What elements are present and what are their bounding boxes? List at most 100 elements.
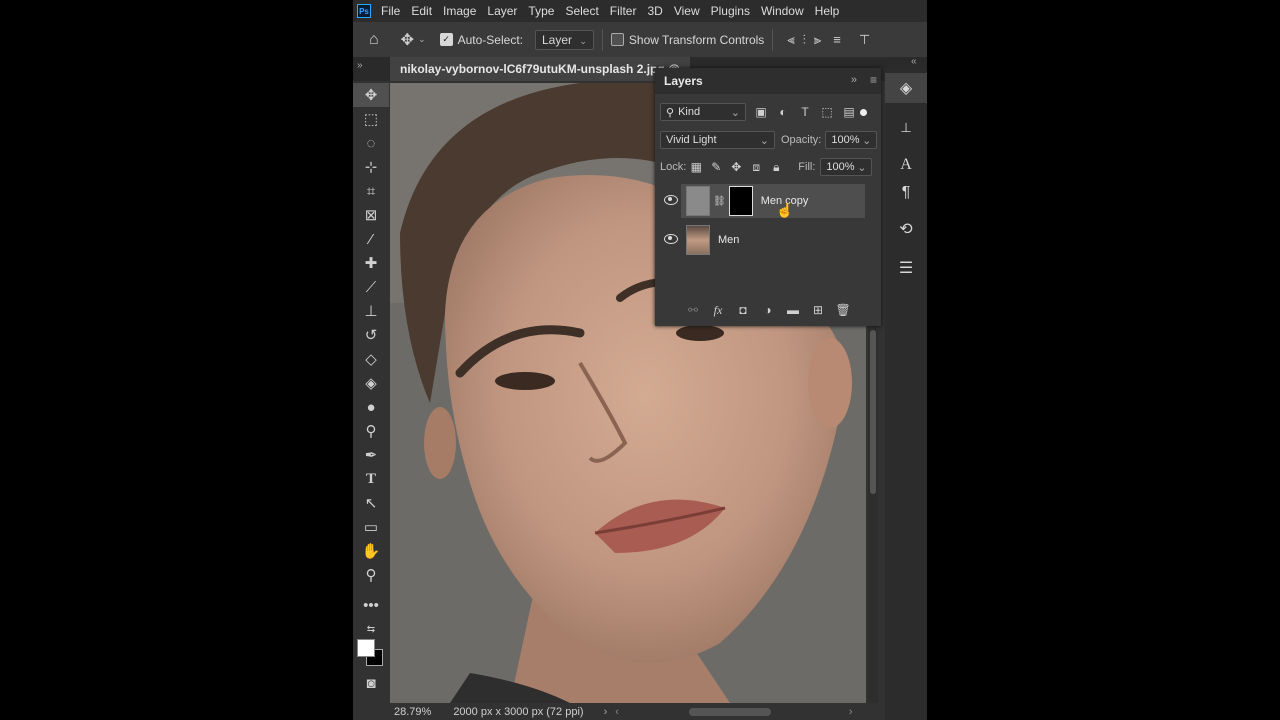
align-center-icon[interactable]: ⫶: [803, 32, 806, 48]
align-top-icon[interactable]: ⊤: [859, 32, 870, 48]
layer-row-men-copy[interactable]: ⛓ Men copy ☝: [664, 184, 865, 218]
menu-edit[interactable]: Edit: [411, 4, 432, 18]
menu-view[interactable]: View: [674, 4, 700, 18]
layer-name[interactable]: Men: [718, 234, 739, 246]
lock-transparent-icon[interactable]: ▦: [686, 160, 706, 174]
foreground-color-swatch[interactable]: [357, 639, 375, 657]
swap-colors-icon[interactable]: ⇆: [353, 617, 389, 641]
auto-select-target-dropdown[interactable]: Layer ⌄: [535, 29, 594, 50]
home-icon[interactable]: ⌂: [369, 31, 379, 49]
marquee-tool-icon[interactable]: ⬚: [353, 107, 389, 131]
chevron-down-icon[interactable]: ⌄: [418, 34, 426, 45]
history-panel-icon[interactable]: ⟲: [885, 214, 927, 244]
crop-tool-icon[interactable]: ⌗: [353, 179, 389, 203]
scroll-right-icon[interactable]: ›: [849, 706, 853, 718]
type-tool-icon[interactable]: T: [353, 467, 389, 491]
layers-panel-title[interactable]: Layers: [664, 74, 703, 88]
mask-link-icon[interactable]: ⛓: [713, 196, 726, 207]
collapse-toolbar-icon[interactable]: »: [357, 60, 363, 71]
zoom-level[interactable]: 28.79%: [394, 706, 431, 718]
layer-thumbnail[interactable]: [686, 186, 710, 216]
eraser-tool-icon[interactable]: ◇: [353, 347, 389, 371]
hand-tool-icon[interactable]: ✋: [353, 539, 389, 563]
auto-select-checkbox[interactable]: ✓: [439, 33, 453, 46]
menu-select[interactable]: Select: [565, 4, 598, 18]
adjustment-layer-icon[interactable]: ◑: [761, 303, 776, 317]
lock-position-icon[interactable]: ✥: [726, 160, 746, 174]
scroll-left-icon[interactable]: ‹: [615, 706, 619, 718]
lock-all-icon[interactable]: 🔒︎: [766, 160, 786, 175]
layer-row-men[interactable]: Men: [664, 223, 865, 257]
rectangle-tool-icon[interactable]: ▭: [353, 515, 389, 539]
brush-tool-icon[interactable]: ⟋: [353, 275, 389, 299]
filter-adjustment-icon[interactable]: ◐: [772, 105, 794, 119]
character-panel-icon[interactable]: A: [885, 150, 927, 180]
opacity-input[interactable]: 100% ⌄: [825, 131, 878, 149]
show-transform-toggle[interactable]: Show Transform Controls: [610, 33, 764, 47]
path-selection-tool-icon[interactable]: ↖: [353, 491, 389, 515]
fx-icon[interactable]: fx: [711, 303, 726, 318]
photoshop-logo-icon[interactable]: Ps: [357, 4, 371, 18]
move-tool-icon[interactable]: ✥: [353, 83, 389, 107]
history-brush-tool-icon[interactable]: ↺: [353, 323, 389, 347]
auto-select-toggle[interactable]: ✓ Auto-Select:: [439, 33, 523, 47]
filter-pixel-icon[interactable]: ▣: [750, 105, 772, 119]
frame-tool-icon[interactable]: ⊠: [353, 203, 389, 227]
lock-image-icon[interactable]: ✎: [706, 160, 726, 174]
filter-kind-dropdown[interactable]: ⚲ Kind ⌄: [660, 103, 746, 121]
lasso-tool-icon[interactable]: ◌: [353, 131, 389, 155]
menu-3d[interactable]: 3D: [647, 4, 662, 18]
visibility-eye-icon[interactable]: [664, 195, 678, 205]
clone-source-icon[interactable]: ⊥: [885, 113, 927, 143]
collapse-dock-icon[interactable]: «: [911, 56, 917, 67]
menu-window[interactable]: Window: [761, 4, 804, 18]
filter-smart-object-icon[interactable]: ▤: [838, 105, 860, 119]
layer-mask-thumbnail[interactable]: [728, 186, 753, 216]
eyedropper-tool-icon[interactable]: ⁄: [353, 227, 389, 251]
menu-help[interactable]: Help: [815, 4, 840, 18]
panel-menu-icon[interactable]: ≡: [870, 73, 877, 87]
canvas-vertical-scrollbar[interactable]: [868, 326, 878, 706]
document-tab[interactable]: nikolay-vybornov-lC6f79utuKM-unsplash 2.…: [390, 57, 690, 81]
collapse-panel-icon[interactable]: »: [851, 74, 857, 86]
blend-mode-dropdown[interactable]: Vivid Light ⌄: [660, 131, 775, 149]
distribute-icon[interactable]: ≡: [833, 32, 841, 47]
filter-shape-icon[interactable]: ⬚: [816, 105, 838, 119]
zoom-tool-icon[interactable]: ⚲: [353, 563, 389, 587]
menu-filter[interactable]: Filter: [610, 4, 637, 18]
healing-brush-tool-icon[interactable]: ✚: [353, 251, 389, 275]
lock-artboard-icon[interactable]: ⧈: [746, 160, 766, 175]
menu-type[interactable]: Type: [528, 4, 554, 18]
align-left-icon[interactable]: ⫷: [787, 32, 794, 48]
visibility-eye-icon[interactable]: [664, 234, 678, 244]
properties-panel-icon[interactable]: ☰: [885, 253, 927, 283]
menu-image[interactable]: Image: [443, 4, 476, 18]
quick-mask-icon[interactable]: ◙: [353, 671, 389, 695]
more-tools-icon[interactable]: •••: [353, 593, 389, 617]
menu-plugins[interactable]: Plugins: [711, 4, 750, 18]
add-mask-icon[interactable]: ◘: [736, 303, 751, 317]
dodge-tool-icon[interactable]: ⚲: [353, 419, 389, 443]
paint-bucket-tool-icon[interactable]: ◈: [353, 371, 389, 395]
move-tool-icon[interactable]: ✥: [401, 30, 414, 50]
new-group-icon[interactable]: ▬: [786, 303, 801, 317]
align-right-icon[interactable]: ⫸: [814, 32, 821, 48]
delete-layer-icon[interactable]: 🗑︎: [836, 303, 851, 317]
layer-thumbnail[interactable]: [686, 225, 710, 255]
filter-toggle-icon[interactable]: [860, 108, 867, 116]
clone-stamp-tool-icon[interactable]: ⊥: [353, 299, 389, 323]
filter-type-icon[interactable]: T: [794, 105, 816, 119]
menu-layer[interactable]: Layer: [487, 4, 517, 18]
horizontal-scrollbar-thumb[interactable]: [688, 707, 771, 716]
new-layer-icon[interactable]: ⊞: [811, 303, 826, 317]
quick-selection-tool-icon[interactable]: ⊹: [353, 155, 389, 179]
menu-file[interactable]: File: [381, 4, 400, 18]
chevron-right-icon[interactable]: ›: [604, 706, 608, 718]
show-transform-checkbox[interactable]: [610, 33, 624, 46]
scrollbar-thumb[interactable]: [870, 330, 876, 494]
link-layers-icon[interactable]: ⚯: [686, 303, 701, 317]
layers-stack-icon[interactable]: ◈: [885, 73, 927, 103]
pen-tool-icon[interactable]: ✒: [353, 443, 389, 467]
blur-tool-icon[interactable]: ●: [353, 395, 389, 419]
fill-input[interactable]: 100% ⌄: [820, 158, 873, 176]
